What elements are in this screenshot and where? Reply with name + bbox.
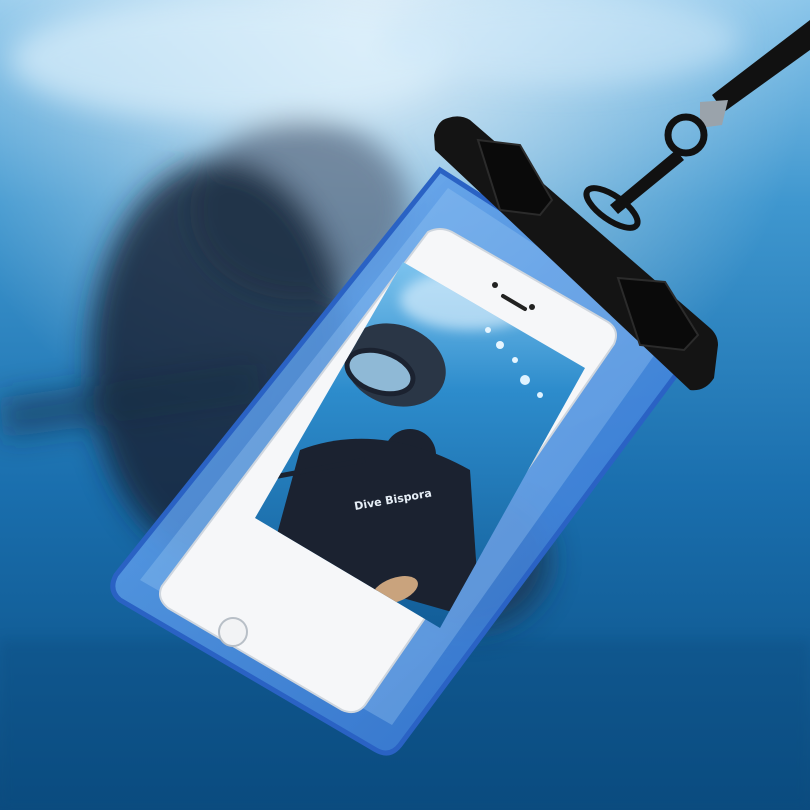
photo-canvas: Dive Bispora: [0, 0, 810, 810]
product-photo: Dive Bispora: [0, 0, 810, 810]
home-button-icon: [218, 617, 248, 647]
